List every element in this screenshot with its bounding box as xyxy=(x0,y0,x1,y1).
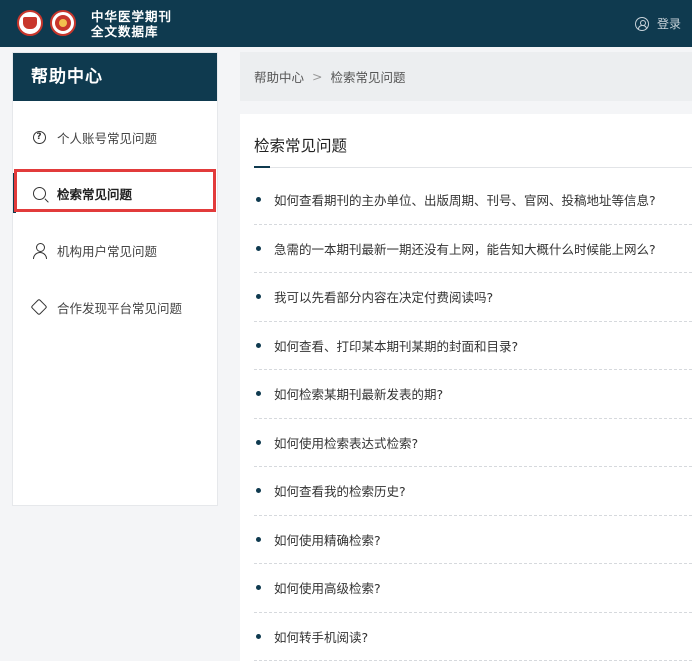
question-circle-icon: ? xyxy=(31,129,47,145)
faq-link[interactable]: 我可以先看部分内容在决定付费阅读吗? xyxy=(274,287,493,306)
faq-link[interactable]: 如何转手机阅读? xyxy=(274,627,368,646)
login-label: 登录 xyxy=(657,17,682,31)
sidebar-item-search[interactable]: 检索常见问题 xyxy=(13,173,217,213)
faq-link[interactable]: 如何使用检索表达式检索? xyxy=(274,433,418,452)
faq-list: 如何查看期刊的主办单位、出版周期、刊号、官网、投稿地址等信息? 急需的一本期刊最… xyxy=(254,176,692,661)
bullet-icon xyxy=(256,391,261,397)
faq-item[interactable]: 如何查看我的检索历史? xyxy=(254,467,692,516)
bullet-icon xyxy=(256,245,261,251)
bullet-icon xyxy=(256,197,261,203)
sidebar-item-institution[interactable]: 机构用户常见问题 xyxy=(13,230,217,270)
faq-item[interactable]: 我可以先看部分内容在决定付费阅读吗? xyxy=(254,273,692,322)
faq-link[interactable]: 如何检索某期刊最新发表的期? xyxy=(274,384,443,403)
faq-link[interactable]: 如何查看、打印某本期刊某期的封面和目录? xyxy=(274,336,518,355)
bullet-icon xyxy=(256,536,261,542)
bullet-icon xyxy=(256,585,261,591)
breadcrumb-separator: > xyxy=(312,69,323,84)
faq-link[interactable]: 如何使用精确检索? xyxy=(274,530,381,549)
faq-item[interactable]: 如何检索某期刊最新发表的期? xyxy=(254,370,692,419)
sidebar-item-label: 合作发现平台常见问题 xyxy=(57,300,183,316)
faq-item[interactable]: 急需的一本期刊最新一期还没有上网，能告知大概什么时候能上网么? xyxy=(254,225,692,273)
login-button[interactable]: 登录 xyxy=(635,15,681,32)
sidebar-item-personal-account[interactable]: ? 个人账号常见问题 xyxy=(13,117,217,157)
brand-line-1: 中华医学期刊 xyxy=(91,9,173,24)
person-icon xyxy=(31,242,47,259)
bullet-icon xyxy=(256,439,261,445)
faq-link[interactable]: 如何查看期刊的主办单位、出版周期、刊号、官网、投稿地址等信息? xyxy=(274,190,656,209)
search-chat-icon xyxy=(31,185,47,201)
faq-item[interactable]: 如何使用检索表达式检索? xyxy=(254,419,692,467)
breadcrumb: 帮助中心 > 检索常见问题 xyxy=(240,52,692,101)
user-circle-icon xyxy=(635,16,649,31)
tag-icon xyxy=(30,298,48,316)
faq-item[interactable]: 如何转手机阅读? xyxy=(254,613,692,661)
bullet-icon xyxy=(256,633,261,639)
faq-item[interactable]: 如何查看期刊的主办单位、出版周期、刊号、官网、投稿地址等信息? xyxy=(254,176,692,225)
top-header: 中华医学期刊 全文数据库 登录 xyxy=(0,0,692,47)
logo-emblem-icon[interactable] xyxy=(17,10,43,36)
bullet-icon xyxy=(256,488,261,494)
breadcrumb-current: 检索常见问题 xyxy=(330,70,406,85)
title-divider xyxy=(254,167,692,168)
title-accent-bar xyxy=(254,166,270,168)
sidebar: 帮助中心 ? 个人账号常见问题 检索常见问题 机构用户常见问题 合作发现平台常见… xyxy=(12,52,218,506)
faq-link[interactable]: 急需的一本期刊最新一期还没有上网，能告知大概什么时候能上网么? xyxy=(274,239,656,258)
faq-item[interactable]: 如何使用高级检索? xyxy=(254,564,692,613)
sidebar-item-partner-platform[interactable]: 合作发现平台常见问题 xyxy=(13,287,217,327)
page-title: 检索常见问题 xyxy=(254,137,348,155)
bullet-icon xyxy=(256,342,261,348)
breadcrumb-home-link[interactable]: 帮助中心 xyxy=(254,67,304,86)
sidebar-item-label: 个人账号常见问题 xyxy=(57,130,158,146)
sidebar-title: 帮助中心 xyxy=(13,53,217,101)
faq-item[interactable]: 如何查看、打印某本期刊某期的封面和目录? xyxy=(254,322,692,370)
sidebar-item-label: 机构用户常见问题 xyxy=(57,243,158,259)
bullet-icon xyxy=(256,294,261,300)
faq-link[interactable]: 如何使用高级检索? xyxy=(274,578,381,597)
logo-seal-icon[interactable] xyxy=(50,10,76,36)
sidebar-item-label: 检索常见问题 xyxy=(57,186,133,202)
brand-title[interactable]: 中华医学期刊 全文数据库 xyxy=(91,9,172,39)
faq-link[interactable]: 如何查看我的检索历史? xyxy=(274,481,406,500)
brand-line-2: 全文数据库 xyxy=(91,24,159,39)
faq-item[interactable]: 如何使用精确检索? xyxy=(254,516,692,564)
faq-panel: 检索常见问题 如何查看期刊的主办单位、出版周期、刊号、官网、投稿地址等信息? 急… xyxy=(240,114,692,661)
